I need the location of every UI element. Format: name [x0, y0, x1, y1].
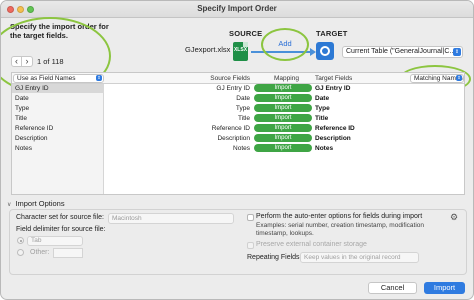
- mapping-row[interactable]: Title Title Import Title: [12, 114, 464, 123]
- title-bar: Specify Import Order: [1, 1, 473, 18]
- other-delimiter-label: Other:: [30, 249, 50, 256]
- next-record-button[interactable]: ›: [22, 56, 33, 67]
- chevron-down-icon: ∨: [7, 202, 12, 208]
- mapping-row[interactable]: GJ Entry ID GJ Entry ID Import GJ Entry …: [12, 84, 464, 93]
- chevron-updown-icon: ⇕: [456, 75, 462, 81]
- chevron-updown-icon: ⇕: [96, 75, 102, 81]
- source-field: Description: [217, 135, 250, 142]
- repeating-fields-label: Repeating Fields:: [247, 254, 302, 261]
- row-field-name: Date: [15, 95, 29, 102]
- mapping-row[interactable]: Date Date Import Date: [12, 94, 464, 103]
- import-options-heading: Import Options: [15, 199, 65, 208]
- filemaker-table-icon: [316, 42, 334, 60]
- import-button[interactable]: Import: [424, 282, 465, 294]
- row-field-name: Notes: [15, 145, 32, 152]
- target-field: GJ Entry ID: [315, 85, 351, 92]
- field-mapping-grid: Use as Field Names ⇕ Source Fields Mappi…: [11, 72, 465, 195]
- auto-enter-examples: Examples: serial number, creation timest…: [256, 222, 424, 237]
- target-table-value: Current Table ("GeneralJournal|C...: [346, 48, 456, 55]
- chevron-updown-icon: ⇕: [453, 48, 461, 56]
- target-icon-core: [322, 48, 328, 54]
- target-field: Type: [315, 105, 330, 112]
- previous-record-button[interactable]: ‹: [11, 56, 22, 67]
- repeating-fields-select[interactable]: Keep values in the original record: [300, 252, 419, 263]
- mapping-header: Mapping: [274, 75, 299, 82]
- source-field: Type: [235, 105, 250, 112]
- record-navigator: ‹ › 1 of 118: [11, 56, 64, 67]
- other-delimiter-field[interactable]: [53, 248, 83, 258]
- target-field: Description: [315, 135, 351, 142]
- auto-enter-checkbox[interactable]: [247, 214, 254, 221]
- source-field: Title: [237, 115, 250, 122]
- target-table-select[interactable]: Current Table ("GeneralJournal|C... ⇕: [342, 46, 463, 58]
- source-field: Notes: [233, 145, 250, 152]
- row-field-name: Reference ID: [15, 125, 54, 132]
- first-row-option-value: Use as Field Names: [17, 75, 76, 82]
- import-options-toggle[interactable]: ∨ Import Options: [7, 199, 65, 208]
- excel-file-icon-label: XLSX: [233, 47, 248, 53]
- mapping-row[interactable]: Description Description Import Descripti…: [12, 134, 464, 143]
- charset-select[interactable]: Macintosh: [108, 213, 234, 224]
- mapping-toggle[interactable]: Import: [254, 104, 312, 112]
- preserve-storage-label: Preserve external container storage: [256, 241, 367, 248]
- delimiter-label: Field delimiter for source file:: [16, 226, 106, 233]
- import-order-dialog: Specify Import Order Specify the import …: [0, 0, 474, 300]
- gear-icon[interactable]: ⚙: [450, 212, 458, 223]
- first-row-option-select[interactable]: Use as Field Names ⇕: [13, 74, 104, 83]
- target-fields-header: Target Fields: [315, 75, 353, 82]
- source-field: Reference ID: [211, 125, 250, 132]
- matching-names-select[interactable]: Matching Names ⇕: [410, 74, 464, 83]
- file-fold-icon: [243, 42, 248, 47]
- mapping-toggle[interactable]: Import: [254, 94, 312, 102]
- mapping-toggle[interactable]: Import: [254, 144, 312, 152]
- tab-delimiter-radio[interactable]: [17, 237, 24, 244]
- window-title: Specify Import Order: [197, 4, 277, 13]
- auto-enter-label: Perform the auto-enter options for field…: [256, 213, 423, 220]
- instructions-text: Specify the import order for the target …: [10, 22, 109, 40]
- cancel-button[interactable]: Cancel: [368, 282, 417, 294]
- source-fields-header: Source Fields: [210, 75, 250, 82]
- row-field-name: Type: [15, 105, 30, 112]
- add-mode-button[interactable]: Add: [272, 37, 298, 50]
- excel-file-icon: XLSX: [233, 42, 248, 61]
- source-field: Date: [236, 95, 250, 102]
- source-header: SOURCE: [229, 29, 263, 38]
- charset-label: Character set for source file:: [16, 214, 104, 221]
- preserve-storage-checkbox[interactable]: [247, 242, 254, 249]
- source-file-name: GJexport.xlsx: [185, 45, 231, 54]
- target-field: Notes: [315, 145, 334, 152]
- mapping-row[interactable]: Notes Notes Import Notes: [12, 144, 464, 153]
- row-field-name: Title: [15, 115, 28, 122]
- source-field: GJ Entry ID: [216, 85, 250, 92]
- record-count-label: 1 of 118: [37, 57, 64, 66]
- grid-header: Use as Field Names ⇕ Source Fields Mappi…: [12, 73, 464, 84]
- row-field-name: Description: [15, 135, 48, 142]
- row-field-name: GJ Entry ID: [15, 85, 49, 92]
- target-field: Title: [315, 115, 329, 122]
- mapping-row[interactable]: Type Type Import Type: [12, 104, 464, 113]
- tab-delimiter-select[interactable]: Tab: [27, 236, 83, 246]
- mapping-toggle[interactable]: Import: [254, 84, 312, 92]
- other-delimiter-radio[interactable]: [17, 249, 24, 256]
- target-header: TARGET: [316, 29, 348, 38]
- mapping-toggle[interactable]: Import: [254, 134, 312, 142]
- target-field: Date: [315, 95, 330, 102]
- mapping-toggle[interactable]: Import: [254, 114, 312, 122]
- mapping-toggle[interactable]: Import: [254, 124, 312, 132]
- import-arrow-line: [251, 51, 311, 53]
- target-field: Reference ID: [315, 125, 355, 132]
- mapping-row[interactable]: Reference ID Reference ID Import Referen…: [12, 124, 464, 133]
